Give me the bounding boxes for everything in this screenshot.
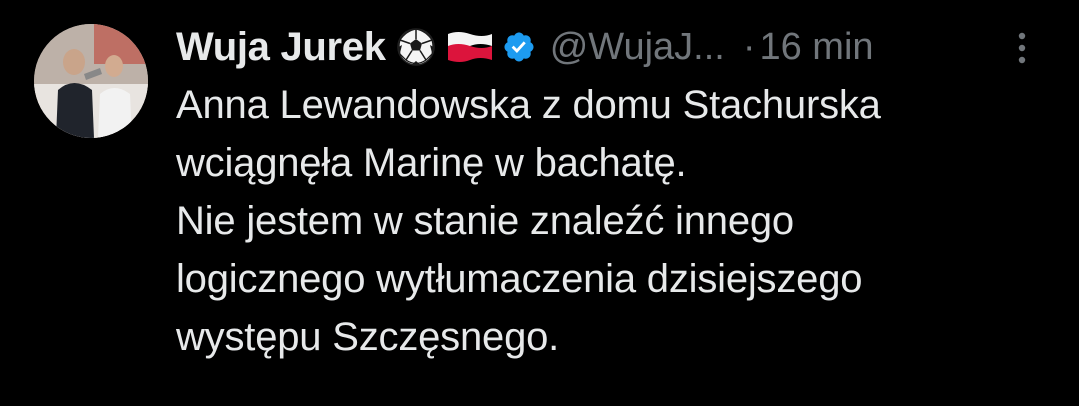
more-vertical-icon[interactable] xyxy=(1010,28,1034,68)
tweet-text-line: występu Szczęsnego. xyxy=(176,315,560,359)
avatar[interactable] xyxy=(34,24,148,138)
tweet-header: Wuja Jurek @WujaJ... · 16 min xyxy=(176,22,874,72)
tweet-text-line: Nie jestem w stanie znaleźć innego xyxy=(176,199,794,243)
display-name[interactable]: Wuja Jurek xyxy=(176,25,386,70)
soccer-ball-icon xyxy=(396,27,436,67)
timestamp[interactable]: 16 min xyxy=(759,26,873,69)
tweet-text-line: logicznego wytłumaczenia dzisiejszego xyxy=(176,257,863,301)
verified-badge-icon xyxy=(502,30,536,64)
poland-flag-icon xyxy=(446,30,494,64)
tweet-text: Anna Lewandowska z domu Stachurska wciąg… xyxy=(176,76,1056,366)
avatar-image xyxy=(34,24,148,138)
handle[interactable]: @WujaJ... xyxy=(550,26,725,69)
separator-dot: · xyxy=(742,25,756,68)
tweet-text-line: wciągnęła Marinę w bachatę. xyxy=(176,141,687,185)
tweet-text-line: Anna Lewandowska z domu Stachurska xyxy=(176,83,881,127)
tweet[interactable]: Wuja Jurek @WujaJ... · 16 min Anna Lewan… xyxy=(0,0,1079,406)
